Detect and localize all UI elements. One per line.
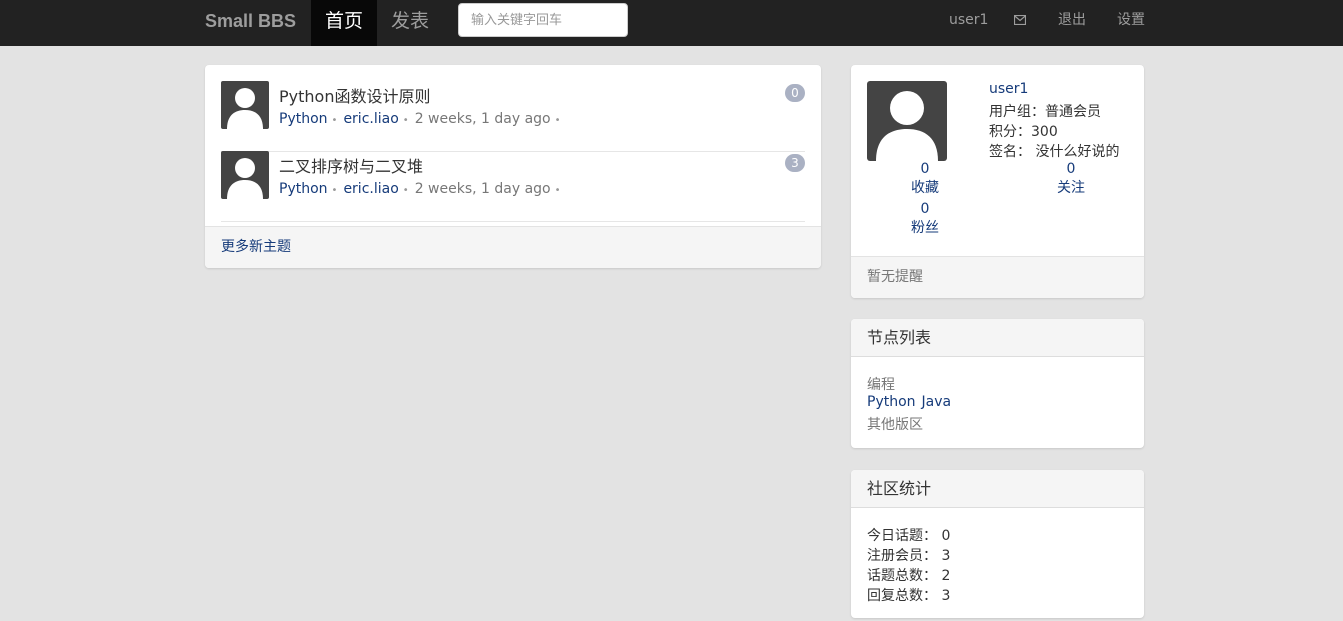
- stat-today-topics: 今日话题： 0: [867, 528, 951, 544]
- topic-row: Python函数设计原则 Python • eric.liao • 2 weeks, 1…: [221, 81, 805, 152]
- topic-title[interactable]: Python函数设计原则: [279, 83, 430, 107]
- favorites-count: 0: [920, 161, 930, 177]
- topic-node-link[interactable]: Python: [279, 111, 328, 127]
- reply-count-badge: 3: [785, 154, 805, 172]
- stat-total-topics: 话题总数： 2: [867, 568, 951, 584]
- user-group: 用户组：普通会员: [989, 104, 1101, 120]
- favorites-label: 收藏: [911, 180, 939, 196]
- topic-author-link[interactable]: eric.liao: [343, 111, 398, 127]
- node-link-python[interactable]: Python: [867, 394, 916, 410]
- following-count: 0: [1066, 161, 1076, 177]
- reply-count-badge: 0: [785, 84, 805, 102]
- topic-meta: Python • eric.liao • 2 weeks, 1 day ago •: [279, 111, 561, 127]
- node-other: 其他版区: [867, 417, 923, 433]
- stats-panel-title: 社区统计: [851, 470, 1144, 508]
- brand-link[interactable]: Small BBS: [205, 0, 296, 46]
- stat-total-replies: 回复总数： 3: [867, 588, 951, 604]
- node-category: 编程: [867, 377, 895, 393]
- topic-row: 二叉排序树与二叉堆 Python • eric.liao • 2 weeks, 1 da…: [221, 151, 805, 222]
- nav-post[interactable]: 发表: [377, 0, 443, 46]
- following-label: 关注: [1057, 180, 1085, 196]
- notification-footer: 暂无提醒: [851, 256, 1144, 298]
- topic-time: 2 weeks, 1 day ago: [414, 181, 551, 197]
- top-navbar: Small BBS 首页 发表 user1 退出 设置: [0, 0, 1343, 46]
- user-avatar-icon[interactable]: [221, 151, 269, 199]
- user-signature: 签名： 没什么好说的: [989, 144, 1120, 160]
- followers-label: 粉丝: [911, 220, 939, 236]
- nodes-panel-title: 节点列表: [851, 319, 1144, 357]
- nav-home[interactable]: 首页: [311, 0, 377, 46]
- nodes-panel: 节点列表 编程 Python Java 其他版区: [851, 319, 1144, 448]
- stat-members: 注册会员： 3: [867, 548, 951, 564]
- topic-node-link[interactable]: Python: [279, 181, 328, 197]
- search-input[interactable]: [458, 3, 628, 37]
- user-name-link[interactable]: user1: [989, 81, 1028, 97]
- followers-count: 0: [920, 201, 930, 217]
- logout-link[interactable]: 退出: [1058, 0, 1086, 40]
- topic-author-link[interactable]: eric.liao: [343, 181, 398, 197]
- followers-link[interactable]: 0 粉丝: [895, 201, 955, 237]
- node-link-java[interactable]: Java: [922, 394, 952, 410]
- nav-user-link[interactable]: user1: [949, 0, 988, 40]
- topics-footer: 更多新主题: [205, 226, 821, 268]
- settings-link[interactable]: 设置: [1117, 0, 1145, 40]
- topic-time: 2 weeks, 1 day ago: [414, 111, 551, 127]
- topic-list-panel: Python函数设计原则 Python • eric.liao • 2 weeks, 1…: [205, 65, 821, 268]
- user-points: 积分：300: [989, 124, 1058, 140]
- envelope-icon[interactable]: [1013, 0, 1027, 40]
- favorites-link[interactable]: 0 收藏: [895, 161, 955, 197]
- user-avatar-icon[interactable]: [867, 81, 947, 161]
- topic-title[interactable]: 二叉排序树与二叉堆: [279, 153, 423, 177]
- node-links: Python Java: [867, 394, 957, 410]
- user-avatar-icon[interactable]: [221, 81, 269, 129]
- following-link[interactable]: 0 关注: [1041, 161, 1101, 197]
- community-stats-panel: 社区统计 今日话题： 0 注册会员： 3 话题总数： 2 回复总数： 3: [851, 470, 1144, 618]
- more-topics-link[interactable]: 更多新主题: [221, 239, 291, 255]
- topic-meta: Python • eric.liao • 2 weeks, 1 day ago •: [279, 181, 561, 197]
- user-info-panel: user1 用户组：普通会员 积分：300 签名： 没什么好说的 0 收藏 0 …: [851, 65, 1144, 298]
